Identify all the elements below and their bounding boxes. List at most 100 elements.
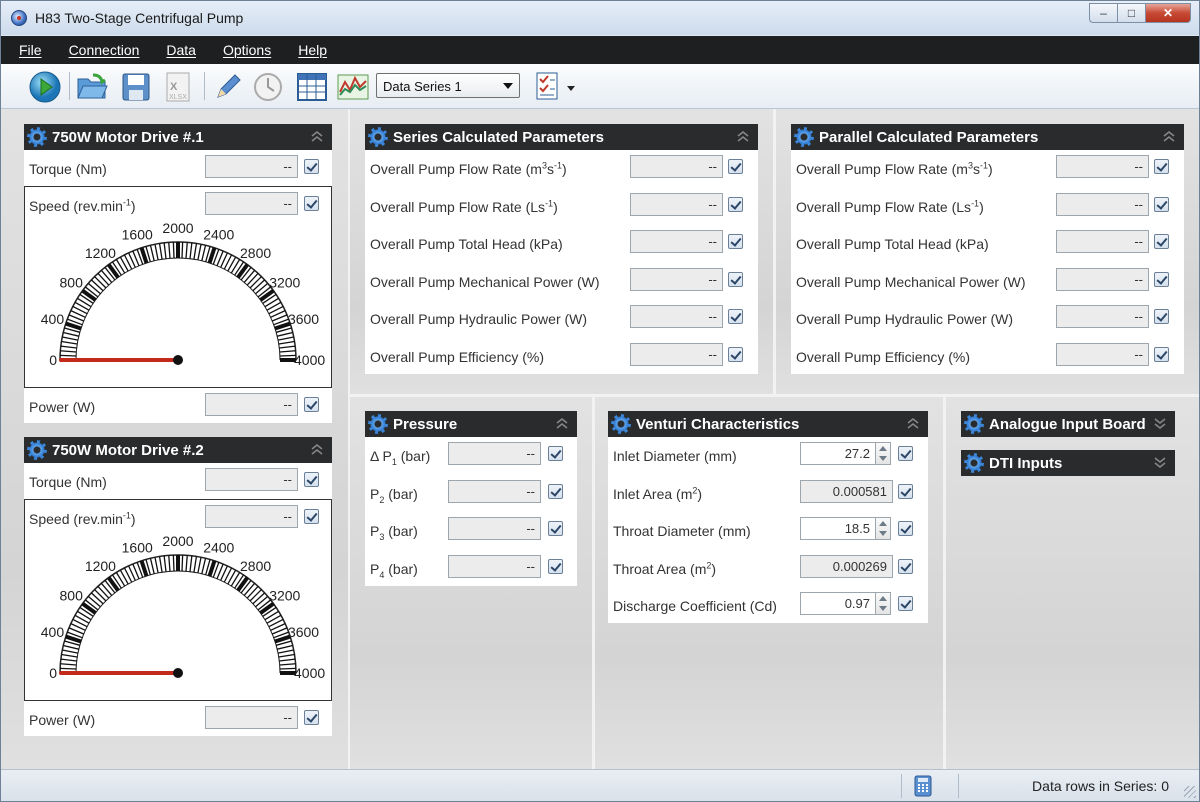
series-checkbox[interactable] bbox=[728, 271, 743, 287]
series-label: Overall Pump Total Head (kPa) bbox=[370, 236, 563, 253]
series-header[interactable]: Series Calculated Parameters bbox=[365, 124, 758, 150]
gauge-tick bbox=[163, 242, 167, 259]
parallel-label: Overall Pump Flow Rate (m3s-1) bbox=[796, 160, 993, 177]
series-title: Series Calculated Parameters bbox=[393, 129, 604, 146]
collapse-icon[interactable] bbox=[310, 442, 324, 456]
collapse-icon[interactable] bbox=[1162, 129, 1176, 143]
parallel-checkbox[interactable] bbox=[1154, 234, 1169, 250]
minimize-button[interactable]: – bbox=[1089, 3, 1117, 23]
venturi-checkbox[interactable] bbox=[898, 521, 913, 537]
menu-file[interactable]: File bbox=[19, 42, 42, 58]
series-checkbox[interactable] bbox=[728, 234, 743, 250]
series-label: Overall Pump Mechanical Power (W) bbox=[370, 273, 600, 290]
parallel-checkbox[interactable] bbox=[1154, 347, 1169, 362]
series-checkbox[interactable] bbox=[728, 347, 743, 362]
parallel-row: Overall Pump Hydraulic Power (W) -- bbox=[791, 300, 1184, 336]
speed-checkbox[interactable] bbox=[304, 196, 319, 211]
collapse-icon[interactable] bbox=[310, 129, 324, 143]
menu-connection[interactable]: Connection bbox=[69, 42, 140, 58]
pressure-value: -- bbox=[448, 442, 541, 465]
menu-help[interactable]: Help bbox=[298, 42, 327, 58]
gauge-tick-label: 2000 bbox=[162, 536, 193, 549]
report-dropdown-icon[interactable] bbox=[567, 86, 575, 92]
spinner-icon[interactable] bbox=[875, 517, 891, 541]
parallel-checkbox[interactable] bbox=[1154, 159, 1169, 174]
motor1-header[interactable]: 750W Motor Drive #.1 bbox=[24, 124, 332, 150]
gear-icon bbox=[964, 453, 984, 473]
speed-checkbox[interactable] bbox=[304, 509, 319, 524]
collapse-icon[interactable] bbox=[736, 129, 750, 143]
parallel-checkbox[interactable] bbox=[1154, 196, 1169, 212]
clock-icon[interactable] bbox=[251, 70, 285, 104]
pressure-checkbox[interactable] bbox=[548, 483, 563, 499]
play-icon[interactable] bbox=[28, 70, 62, 104]
power-checkbox[interactable] bbox=[304, 710, 319, 725]
parallel-checkbox[interactable] bbox=[1154, 309, 1169, 325]
open-folder-icon[interactable] bbox=[75, 70, 109, 104]
torque-checkbox[interactable] bbox=[304, 159, 319, 174]
gauge-tick bbox=[249, 276, 262, 289]
spinner-icon[interactable] bbox=[875, 592, 891, 616]
venturi-checkbox[interactable] bbox=[898, 446, 913, 461]
menu-options[interactable]: Options bbox=[223, 42, 271, 58]
pressure-checkbox[interactable] bbox=[548, 521, 563, 537]
pressure-checkbox[interactable] bbox=[548, 558, 563, 574]
series-checkbox[interactable] bbox=[728, 159, 743, 174]
venturi-value[interactable]: 18.5 bbox=[800, 517, 876, 541]
gauge-tick bbox=[201, 245, 207, 261]
close-button[interactable]: ✕ bbox=[1145, 3, 1191, 23]
chart-icon[interactable] bbox=[336, 70, 370, 104]
venturi-checkbox[interactable] bbox=[898, 483, 913, 499]
gauge-tick bbox=[278, 653, 295, 658]
table-icon[interactable] bbox=[295, 70, 329, 104]
power-value: -- bbox=[205, 706, 298, 729]
torque-checkbox[interactable] bbox=[304, 472, 319, 487]
gauge-tick bbox=[246, 272, 259, 286]
pencil-icon[interactable] bbox=[211, 70, 245, 104]
motor1-panel: 750W Motor Drive #.1 Torque (Nm) -- Spee… bbox=[24, 124, 332, 423]
series-checkbox[interactable] bbox=[728, 196, 743, 212]
gauge-tick bbox=[154, 244, 159, 261]
gauge-tick bbox=[61, 340, 78, 345]
calculator-icon[interactable] bbox=[914, 775, 932, 797]
dti-title: DTI Inputs bbox=[989, 455, 1063, 472]
collapse-icon[interactable] bbox=[555, 416, 569, 430]
parallel-header[interactable]: Parallel Calculated Parameters bbox=[791, 124, 1184, 150]
gauge-tick bbox=[252, 592, 266, 605]
pressure-checkbox[interactable] bbox=[548, 446, 563, 461]
venturi-header[interactable]: Venturi Characteristics bbox=[608, 411, 928, 437]
venturi-label: Inlet Diameter (mm) bbox=[613, 448, 737, 464]
power-checkbox[interactable] bbox=[304, 397, 319, 412]
save-icon[interactable] bbox=[119, 70, 153, 104]
parallel-checkbox[interactable] bbox=[1154, 271, 1169, 287]
torque-value: -- bbox=[205, 155, 298, 178]
venturi-value[interactable]: 0.97 bbox=[800, 592, 876, 616]
series-checkbox[interactable] bbox=[728, 309, 743, 325]
spinner-icon[interactable] bbox=[875, 442, 891, 465]
parallel-panel: Parallel Calculated Parameters Overall P… bbox=[791, 124, 1184, 374]
data-series-select[interactable]: Data Series 1 bbox=[376, 73, 520, 98]
resize-grip-icon[interactable] bbox=[1184, 786, 1196, 798]
motor1-title: 750W Motor Drive #.1 bbox=[52, 129, 204, 146]
venturi-label: Discharge Coefficient (Cd) bbox=[613, 598, 777, 615]
analogue-header[interactable]: Analogue Input Board bbox=[961, 411, 1175, 437]
gauge-tick bbox=[172, 555, 175, 572]
report-icon[interactable] bbox=[532, 70, 566, 104]
expand-icon[interactable] bbox=[1153, 455, 1167, 469]
venturi-checkbox[interactable] bbox=[898, 596, 913, 612]
parallel-value: -- bbox=[1056, 230, 1149, 254]
pressure-header[interactable]: Pressure bbox=[365, 411, 577, 437]
venturi-checkbox[interactable] bbox=[898, 558, 913, 574]
venturi-value[interactable]: 27.2 bbox=[800, 442, 876, 465]
menu-data[interactable]: Data bbox=[166, 42, 196, 58]
parallel-row: Overall Pump Flow Rate (m3s-1) -- bbox=[791, 150, 1184, 186]
export-xlsx-icon[interactable]: X XLSX bbox=[161, 70, 195, 104]
svg-text:X: X bbox=[170, 81, 178, 93]
collapse-icon[interactable] bbox=[906, 416, 920, 430]
motor2-header[interactable]: 750W Motor Drive #.2 bbox=[24, 437, 332, 463]
maximize-button[interactable]: □ bbox=[1117, 3, 1145, 23]
dti-header[interactable]: DTI Inputs bbox=[961, 450, 1175, 476]
gauge-tick bbox=[168, 555, 171, 572]
expand-icon[interactable] bbox=[1153, 416, 1167, 430]
gear-icon bbox=[368, 127, 388, 147]
